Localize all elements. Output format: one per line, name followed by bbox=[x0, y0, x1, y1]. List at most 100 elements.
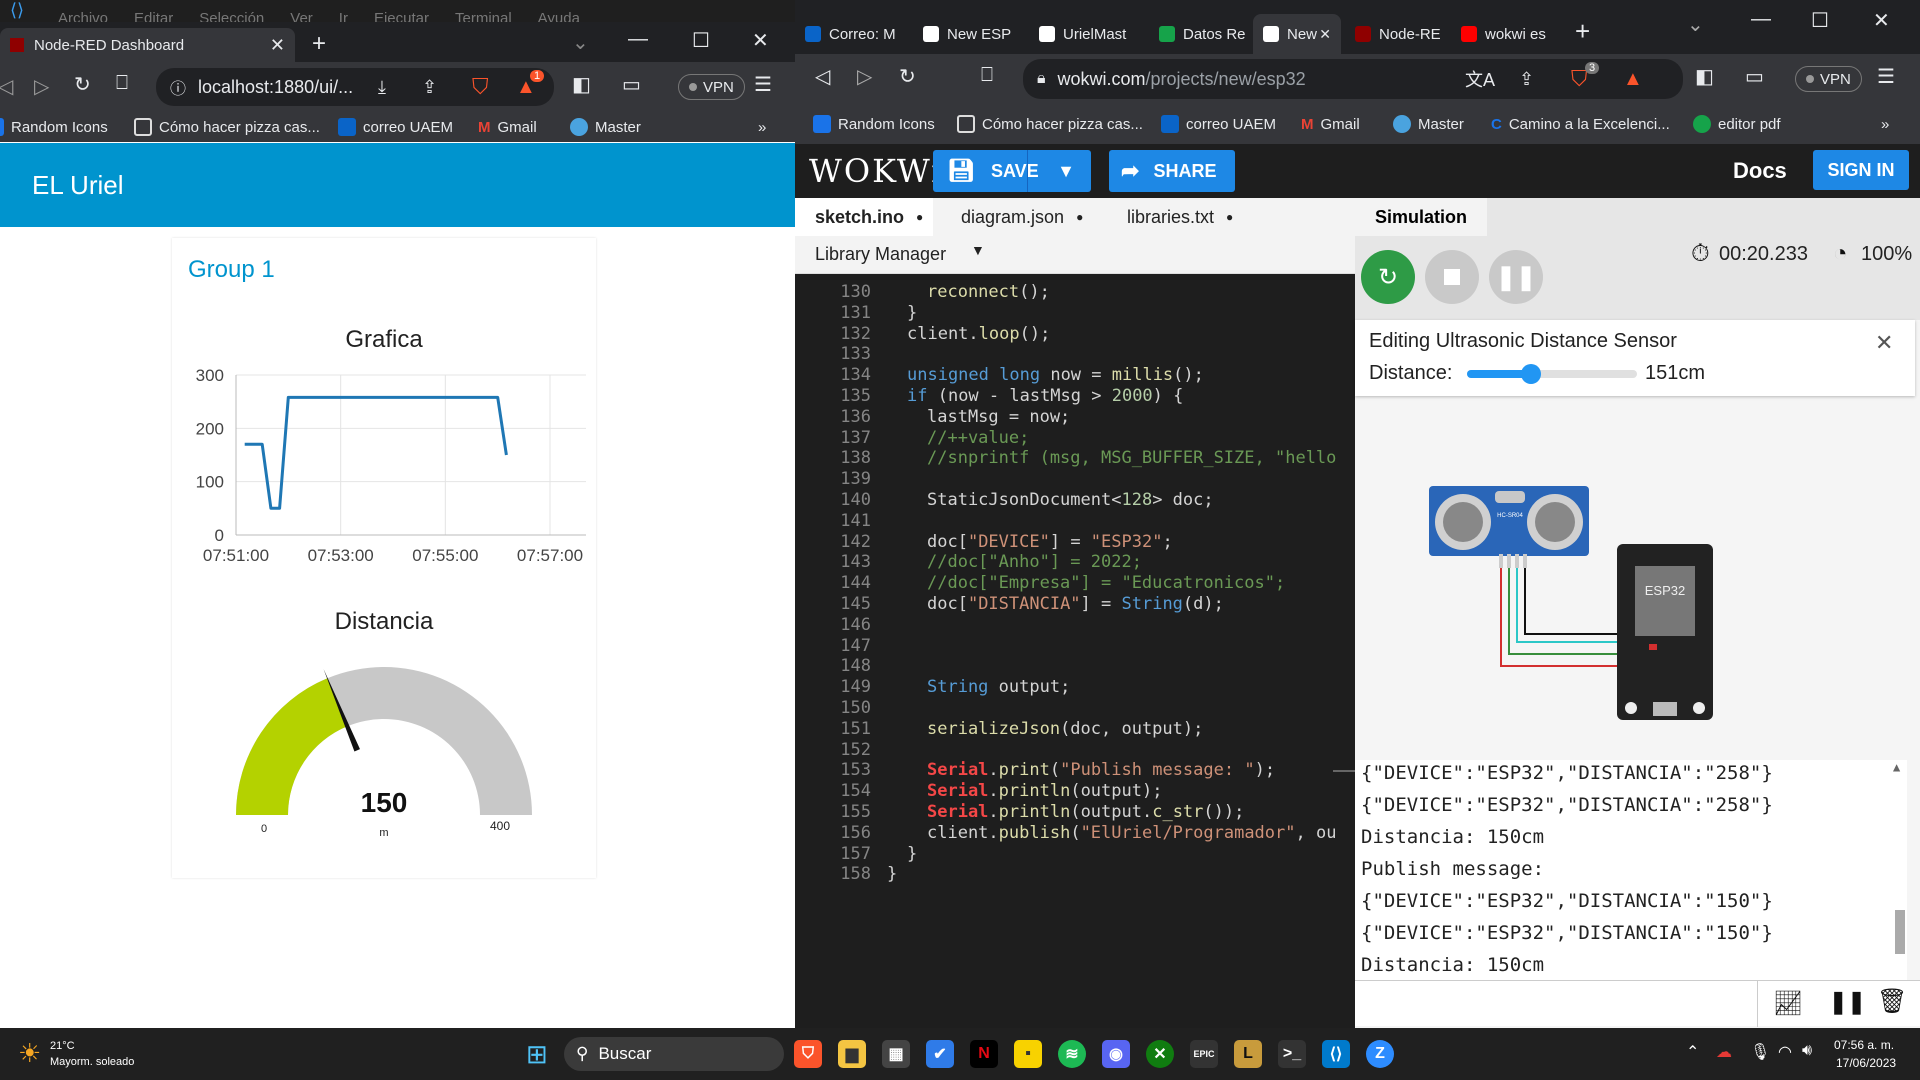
browser-tab[interactable]: New ESP bbox=[913, 14, 1025, 54]
volume-icon[interactable]: 🔊︎ bbox=[1802, 1042, 1812, 1060]
brave-taskbar-icon[interactable]: ⛉ bbox=[794, 1040, 822, 1068]
microphone-icon[interactable]: 🎙︎ bbox=[1750, 1042, 1770, 1062]
bookmarks-overflow[interactable]: » bbox=[1881, 104, 1889, 144]
store-icon[interactable]: ▦ bbox=[882, 1040, 910, 1068]
vpn-button[interactable]: VPN bbox=[1795, 66, 1862, 92]
sidebar-icon[interactable]: ◧ bbox=[572, 72, 591, 97]
reload-icon[interactable]: ↻ bbox=[899, 64, 916, 89]
epic-games-icon[interactable]: EPIC bbox=[1190, 1040, 1218, 1068]
sign-in-button[interactable]: SIGN IN bbox=[1813, 150, 1909, 190]
league-icon[interactable]: L bbox=[1234, 1040, 1262, 1068]
clock-time[interactable]: 07:56 a. m. bbox=[1834, 1038, 1894, 1052]
clock-date[interactable]: 17/06/2023 bbox=[1836, 1056, 1896, 1070]
library-manager-row[interactable]: Library Manager ▼ bbox=[795, 236, 1355, 274]
taskbar-search[interactable]: ⚲ Buscar bbox=[564, 1037, 784, 1071]
browser-tab[interactable]: Correo: M bbox=[795, 14, 907, 54]
trash-icon[interactable]: 🗑︎ bbox=[1877, 987, 1907, 1016]
discord-icon[interactable]: ◉ bbox=[1102, 1040, 1130, 1068]
new-tab-button[interactable]: + bbox=[1575, 16, 1590, 47]
share-button[interactable]: ➦ SHARE bbox=[1109, 150, 1235, 192]
pause-simulation-button[interactable]: ❚❚ bbox=[1489, 250, 1543, 304]
close-window-button[interactable]: ✕ bbox=[1873, 8, 1890, 33]
slider-thumb[interactable] bbox=[1521, 364, 1542, 384]
bookmark-master[interactable]: Master bbox=[1393, 104, 1464, 144]
menu-icon[interactable]: ☰ bbox=[1877, 64, 1895, 89]
tab-sketch-ino[interactable]: sketch.ino ● bbox=[795, 198, 933, 236]
serial-monitor[interactable]: {"DEVICE":"ESP32","DISTANCIA":"258"} {"DE… bbox=[1355, 760, 1907, 980]
bookmark-correo-uaem[interactable]: correo UAEM bbox=[1161, 104, 1276, 144]
bookmark-icon[interactable]: ⎕ bbox=[116, 72, 128, 95]
install-icon[interactable]: ⤓ bbox=[378, 77, 386, 98]
back-icon[interactable]: ◁ bbox=[815, 64, 830, 89]
bookmark-camino[interactable]: C Camino a la Excelenci... bbox=[1491, 104, 1670, 144]
vscode-taskbar-icon[interactable]: ⟨⟩ bbox=[1322, 1040, 1350, 1068]
browser-tab[interactable]: Datos Re bbox=[1149, 14, 1249, 54]
tab-node-red-dashboard[interactable]: Node-RED Dashboard ✕ bbox=[0, 28, 295, 62]
windows-start-icon[interactable]: ⊞ bbox=[526, 1039, 548, 1070]
wifi-icon[interactable]: ◠ bbox=[1778, 1042, 1792, 1062]
distance-slider[interactable] bbox=[1467, 364, 1637, 384]
scroll-up-icon[interactable]: ▲ bbox=[1893, 760, 1900, 774]
wokwi-logo[interactable]: WOKWi bbox=[809, 152, 943, 190]
weather-desc[interactable]: Mayorm. soleado bbox=[50, 1056, 134, 1068]
forward-icon[interactable]: ▷ bbox=[857, 64, 872, 89]
sticky-notes-icon[interactable]: ▪ bbox=[1014, 1040, 1042, 1068]
zoom-icon[interactable]: Z bbox=[1366, 1040, 1394, 1068]
wallet-icon[interactable]: ▭ bbox=[1745, 64, 1764, 89]
maximize-button[interactable]: ☐ bbox=[1811, 8, 1829, 33]
close-tab-icon[interactable]: ✕ bbox=[1319, 26, 1331, 43]
onedrive-icon[interactable]: ☁︎ bbox=[1716, 1042, 1732, 1062]
bookmark-master[interactable]: Master bbox=[570, 112, 641, 142]
bookmark-pizza[interactable]: Cómo hacer pizza cas... bbox=[957, 104, 1143, 144]
tab-libraries-txt[interactable]: libraries.txt ● bbox=[1113, 198, 1233, 236]
serial-input[interactable]: 📈︎ ❚❚ 🗑︎ bbox=[1355, 980, 1920, 1027]
share-icon[interactable]: ⇪ bbox=[422, 77, 437, 98]
browser-tab[interactable]: wokwi es bbox=[1451, 14, 1561, 54]
forward-icon[interactable]: ▷ bbox=[34, 74, 49, 99]
bookmark-random-icons[interactable]: Random Icons bbox=[813, 104, 935, 144]
plotter-icon[interactable]: 📈︎ bbox=[1773, 989, 1803, 1018]
minimize-button[interactable]: — bbox=[1751, 8, 1771, 31]
bookmark-random-icons[interactable]: Random Icons bbox=[0, 112, 108, 142]
weather-temp[interactable]: 21°C bbox=[50, 1040, 75, 1052]
serial-scrollbar[interactable] bbox=[1895, 910, 1905, 954]
close-tab-icon[interactable]: ✕ bbox=[270, 35, 285, 56]
browser-tab[interactable]: New ✕ bbox=[1253, 14, 1341, 54]
todo-icon[interactable]: ✔ bbox=[926, 1040, 954, 1068]
restart-simulation-button[interactable]: ↻ bbox=[1361, 250, 1415, 304]
tab-diagram-json[interactable]: diagram.json ● bbox=[947, 198, 1083, 236]
esp32-board[interactable]: ESP32 bbox=[1617, 544, 1713, 720]
reload-icon[interactable]: ↻ bbox=[74, 72, 91, 97]
bookmark-editor-pdf[interactable]: editor pdf bbox=[1693, 104, 1781, 144]
netflix-icon[interactable]: N bbox=[970, 1040, 998, 1068]
save-options-dropdown[interactable]: ▼ bbox=[1041, 150, 1091, 192]
bookmark-correo-uaem[interactable]: correo UAEM bbox=[338, 112, 453, 142]
address-bar[interactable]: 🔒︎ wokwi.com /projects/new/esp32 文A ⇪ ⛉ … bbox=[1023, 59, 1683, 99]
brave-rewards-icon[interactable]: ▲ bbox=[1623, 68, 1643, 91]
chevron-up-icon[interactable]: ⌃ bbox=[1686, 1042, 1699, 1062]
file-explorer-icon[interactable]: ▆ bbox=[838, 1040, 866, 1068]
address-bar[interactable]: ⓘ localhost:1880/ui/... ⤓ ⇪ ⛉ ▲ 1 bbox=[156, 68, 554, 106]
bookmark-icon[interactable]: ⎕ bbox=[981, 64, 993, 87]
bookmark-gmail[interactable]: M Gmail bbox=[478, 112, 537, 142]
bookmark-gmail[interactable]: M Gmail bbox=[1301, 104, 1360, 144]
wallet-icon[interactable]: ▭ bbox=[622, 72, 641, 97]
sidebar-icon[interactable]: ◧ bbox=[1695, 64, 1714, 89]
bookmark-pizza[interactable]: Cómo hacer pizza cas... bbox=[134, 112, 320, 142]
minimize-button[interactable]: — bbox=[628, 28, 648, 51]
terminal-icon[interactable]: >_ bbox=[1278, 1040, 1306, 1068]
maximize-button[interactable]: ☐ bbox=[692, 28, 710, 53]
docs-link[interactable]: Docs bbox=[1733, 158, 1787, 184]
code-editor[interactable]: 130 reconnect(); 131} 132 client.loop(); 133 1… bbox=[795, 274, 1355, 1028]
vpn-button[interactable]: VPN bbox=[678, 74, 745, 100]
chevron-down-icon[interactable]: ⌄ bbox=[572, 30, 589, 55]
bookmarks-overflow[interactable]: » bbox=[758, 112, 766, 142]
pause-icon[interactable]: ❚❚ bbox=[1829, 989, 1866, 1015]
browser-tab[interactable]: Node-RE bbox=[1345, 14, 1445, 54]
spotify-icon[interactable]: ≋ bbox=[1058, 1040, 1086, 1068]
back-icon[interactable]: ◁ bbox=[0, 74, 13, 99]
caret-down-icon[interactable]: ▼ bbox=[971, 242, 985, 258]
translate-icon[interactable]: 文A bbox=[1465, 66, 1495, 92]
ultrasonic-sensor[interactable]: HC-SR04 bbox=[1429, 486, 1589, 568]
tab-simulation[interactable]: Simulation bbox=[1355, 198, 1487, 236]
